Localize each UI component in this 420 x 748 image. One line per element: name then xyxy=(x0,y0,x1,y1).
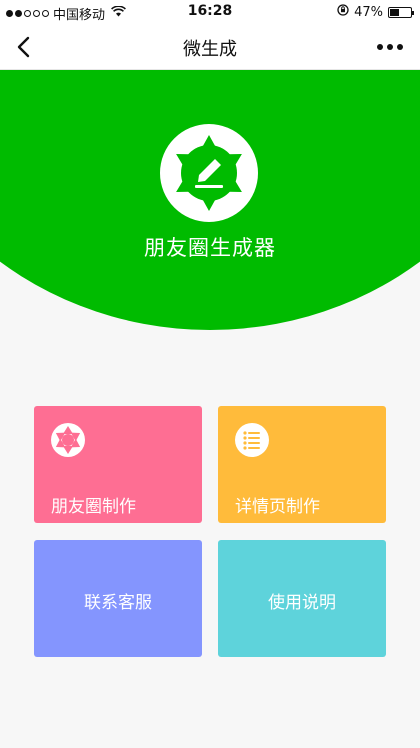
more-dots-icon xyxy=(377,44,383,50)
tile-label: 使用说明 xyxy=(268,593,336,613)
battery-percent: 47% xyxy=(354,4,383,20)
status-right: 47% xyxy=(337,4,414,20)
list-icon xyxy=(235,423,269,457)
moments-maker-tile[interactable]: 朋友圈制作 xyxy=(34,406,202,523)
hero-title: 朋友圈生成器 xyxy=(144,236,276,260)
contact-support-tile[interactable]: 联系客服 xyxy=(34,540,202,657)
tile-label: 详情页制作 xyxy=(235,497,320,517)
battery-icon xyxy=(388,6,414,18)
usage-guide-tile[interactable]: 使用说明 xyxy=(218,540,386,657)
status-bar: 中国移动 16:28 47% xyxy=(0,0,420,24)
rotation-lock-icon xyxy=(337,4,349,20)
aperture-pencil-icon xyxy=(160,124,258,222)
hero-banner: 朋友圈生成器 xyxy=(0,70,420,332)
detail-page-maker-tile[interactable]: 详情页制作 xyxy=(218,406,386,523)
more-button[interactable] xyxy=(370,34,410,60)
tile-label: 朋友圈制作 xyxy=(51,497,136,517)
aperture-icon xyxy=(51,423,85,457)
battery-fill xyxy=(390,8,400,16)
page-title: 微生成 xyxy=(183,39,237,60)
tile-label: 联系客服 xyxy=(84,593,152,613)
nav-bar: 微生成 xyxy=(0,24,420,70)
